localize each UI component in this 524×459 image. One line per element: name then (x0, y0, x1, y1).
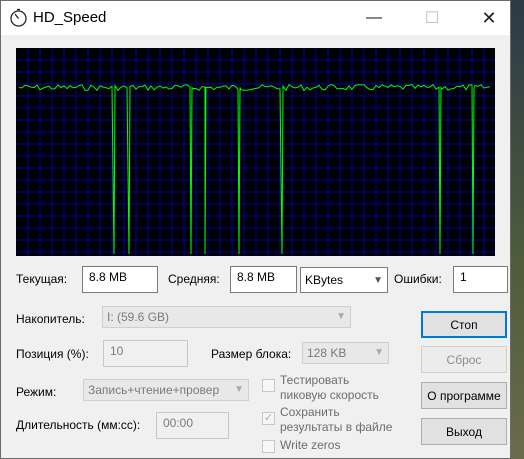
write-zeros-label: Write zeros (280, 438, 341, 452)
position-field[interactable]: 10 (103, 340, 188, 367)
close-button[interactable]: ✕ (466, 1, 512, 35)
peak-speed-label: Тестировать пиковую скорость (280, 373, 379, 403)
chevron-down-icon: ▼ (232, 384, 244, 395)
stopwatch-icon (10, 8, 27, 27)
mode-value: Запись+чтение+провер (88, 383, 220, 397)
peak-speed-line2: пиковую скорость (280, 388, 379, 402)
chevron-down-icon: ▼ (336, 311, 346, 322)
exit-button[interactable]: Выход (421, 418, 507, 445)
stop-button[interactable]: Стоп (421, 311, 507, 338)
save-results-line1: Сохранить (280, 405, 340, 419)
mode-select[interactable]: Запись+чтение+провер ▼ (83, 379, 249, 401)
write-zeros-checkbox[interactable] (262, 440, 275, 453)
save-results-checkbox[interactable]: ✓ (262, 412, 275, 425)
maximize-button[interactable]: ☐ (409, 1, 455, 35)
units-value: KBytes (305, 273, 344, 287)
save-results-label: Сохранить результаты в файле (280, 405, 392, 435)
title-bar[interactable]: HD_Speed — ☐ ✕ (1, 1, 510, 35)
errors-field: 1 (453, 266, 508, 293)
drive-select[interactable]: I: (59.6 GB) ▼ (102, 306, 351, 328)
main-window: HD_Speed — ☐ ✕ Текущая: 8.8 MB Средняя: … (0, 0, 511, 459)
position-label: Позиция (%): (16, 347, 89, 361)
block-size-value: 128 KB (307, 346, 347, 360)
window-title: HD_Speed (33, 9, 107, 26)
speed-graph (16, 48, 495, 256)
average-label: Средняя: (168, 272, 220, 286)
peak-speed-checkbox[interactable] (262, 379, 275, 392)
errors-label: Ошибки: (394, 272, 442, 286)
minimize-button[interactable]: — (351, 1, 397, 35)
save-results-line2: результаты в файле (280, 420, 393, 434)
mode-label: Режим: (16, 385, 57, 399)
block-size-select[interactable]: 128 KB ▼ (302, 342, 389, 364)
reset-button[interactable]: Сброс (421, 346, 507, 373)
chevron-down-icon: ▼ (374, 347, 384, 358)
duration-field[interactable]: 00:00 (156, 412, 229, 439)
current-speed-field: 8.8 MB (82, 266, 158, 293)
drive-label: Накопитель: (16, 312, 85, 326)
units-select[interactable]: KBytes ▼ (300, 267, 388, 293)
peak-speed-line1: Тестировать (280, 373, 350, 387)
desktop-background (511, 0, 524, 459)
average-speed-field: 8.8 MB (230, 266, 297, 293)
duration-label: Длительность (мм:сс): (16, 418, 141, 432)
about-button[interactable]: О программе (421, 382, 507, 409)
chevron-down-icon: ▼ (373, 275, 383, 286)
drive-value: I: (59.6 GB) (107, 310, 170, 324)
block-size-label: Размер блока: (211, 347, 292, 361)
current-label: Текущая: (16, 272, 68, 286)
